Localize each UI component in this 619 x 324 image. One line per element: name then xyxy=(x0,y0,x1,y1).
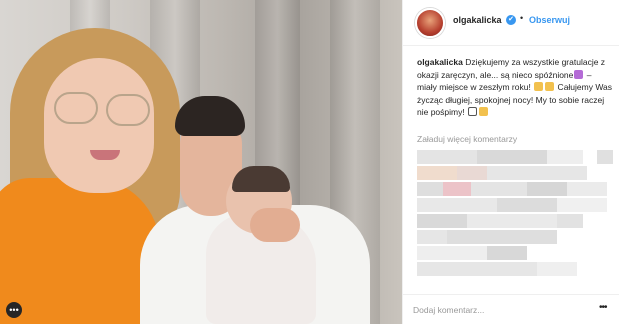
verified-badge-icon: ✔ xyxy=(506,15,516,25)
load-more-comments-link[interactable]: Załaduj więcej komentarzy xyxy=(417,134,517,144)
post-caption: olgakalicka Dziękujemy za wszystkie grat… xyxy=(417,56,613,119)
orange-sweater xyxy=(0,178,160,324)
laughing-emoji-icon xyxy=(534,82,544,91)
photo-options-icon[interactable]: ••• xyxy=(6,302,22,318)
man-hand xyxy=(250,208,300,242)
glasses-lens-left xyxy=(54,92,98,124)
avatar[interactable] xyxy=(415,8,445,38)
header-separator: • xyxy=(520,13,524,23)
post-header: olgakalicka ✔ • Obserwuj xyxy=(403,0,619,46)
laughing-emoji-icon xyxy=(545,82,555,91)
glasses-lens-right xyxy=(106,94,150,126)
post-side-panel: olgakalicka ✔ • Obserwuj olgakalicka Dzi… xyxy=(402,0,619,324)
man-hair xyxy=(175,96,245,136)
ring-emoji-icon xyxy=(574,69,584,79)
box-emoji-icon xyxy=(468,107,478,116)
smile-emoji-icon xyxy=(479,107,489,116)
header-username[interactable]: olgakalicka xyxy=(453,15,502,25)
baby-hair xyxy=(232,166,290,192)
blurred-comments xyxy=(417,150,617,280)
post-photo[interactable]: ••• xyxy=(0,0,402,324)
follow-button[interactable]: Obserwuj xyxy=(529,15,570,25)
add-comment-input[interactable] xyxy=(413,303,583,317)
add-comment-bar: ••• xyxy=(403,294,619,324)
comment-options-icon[interactable]: ••• xyxy=(599,302,607,313)
caption-username[interactable]: olgakalicka xyxy=(417,57,463,67)
